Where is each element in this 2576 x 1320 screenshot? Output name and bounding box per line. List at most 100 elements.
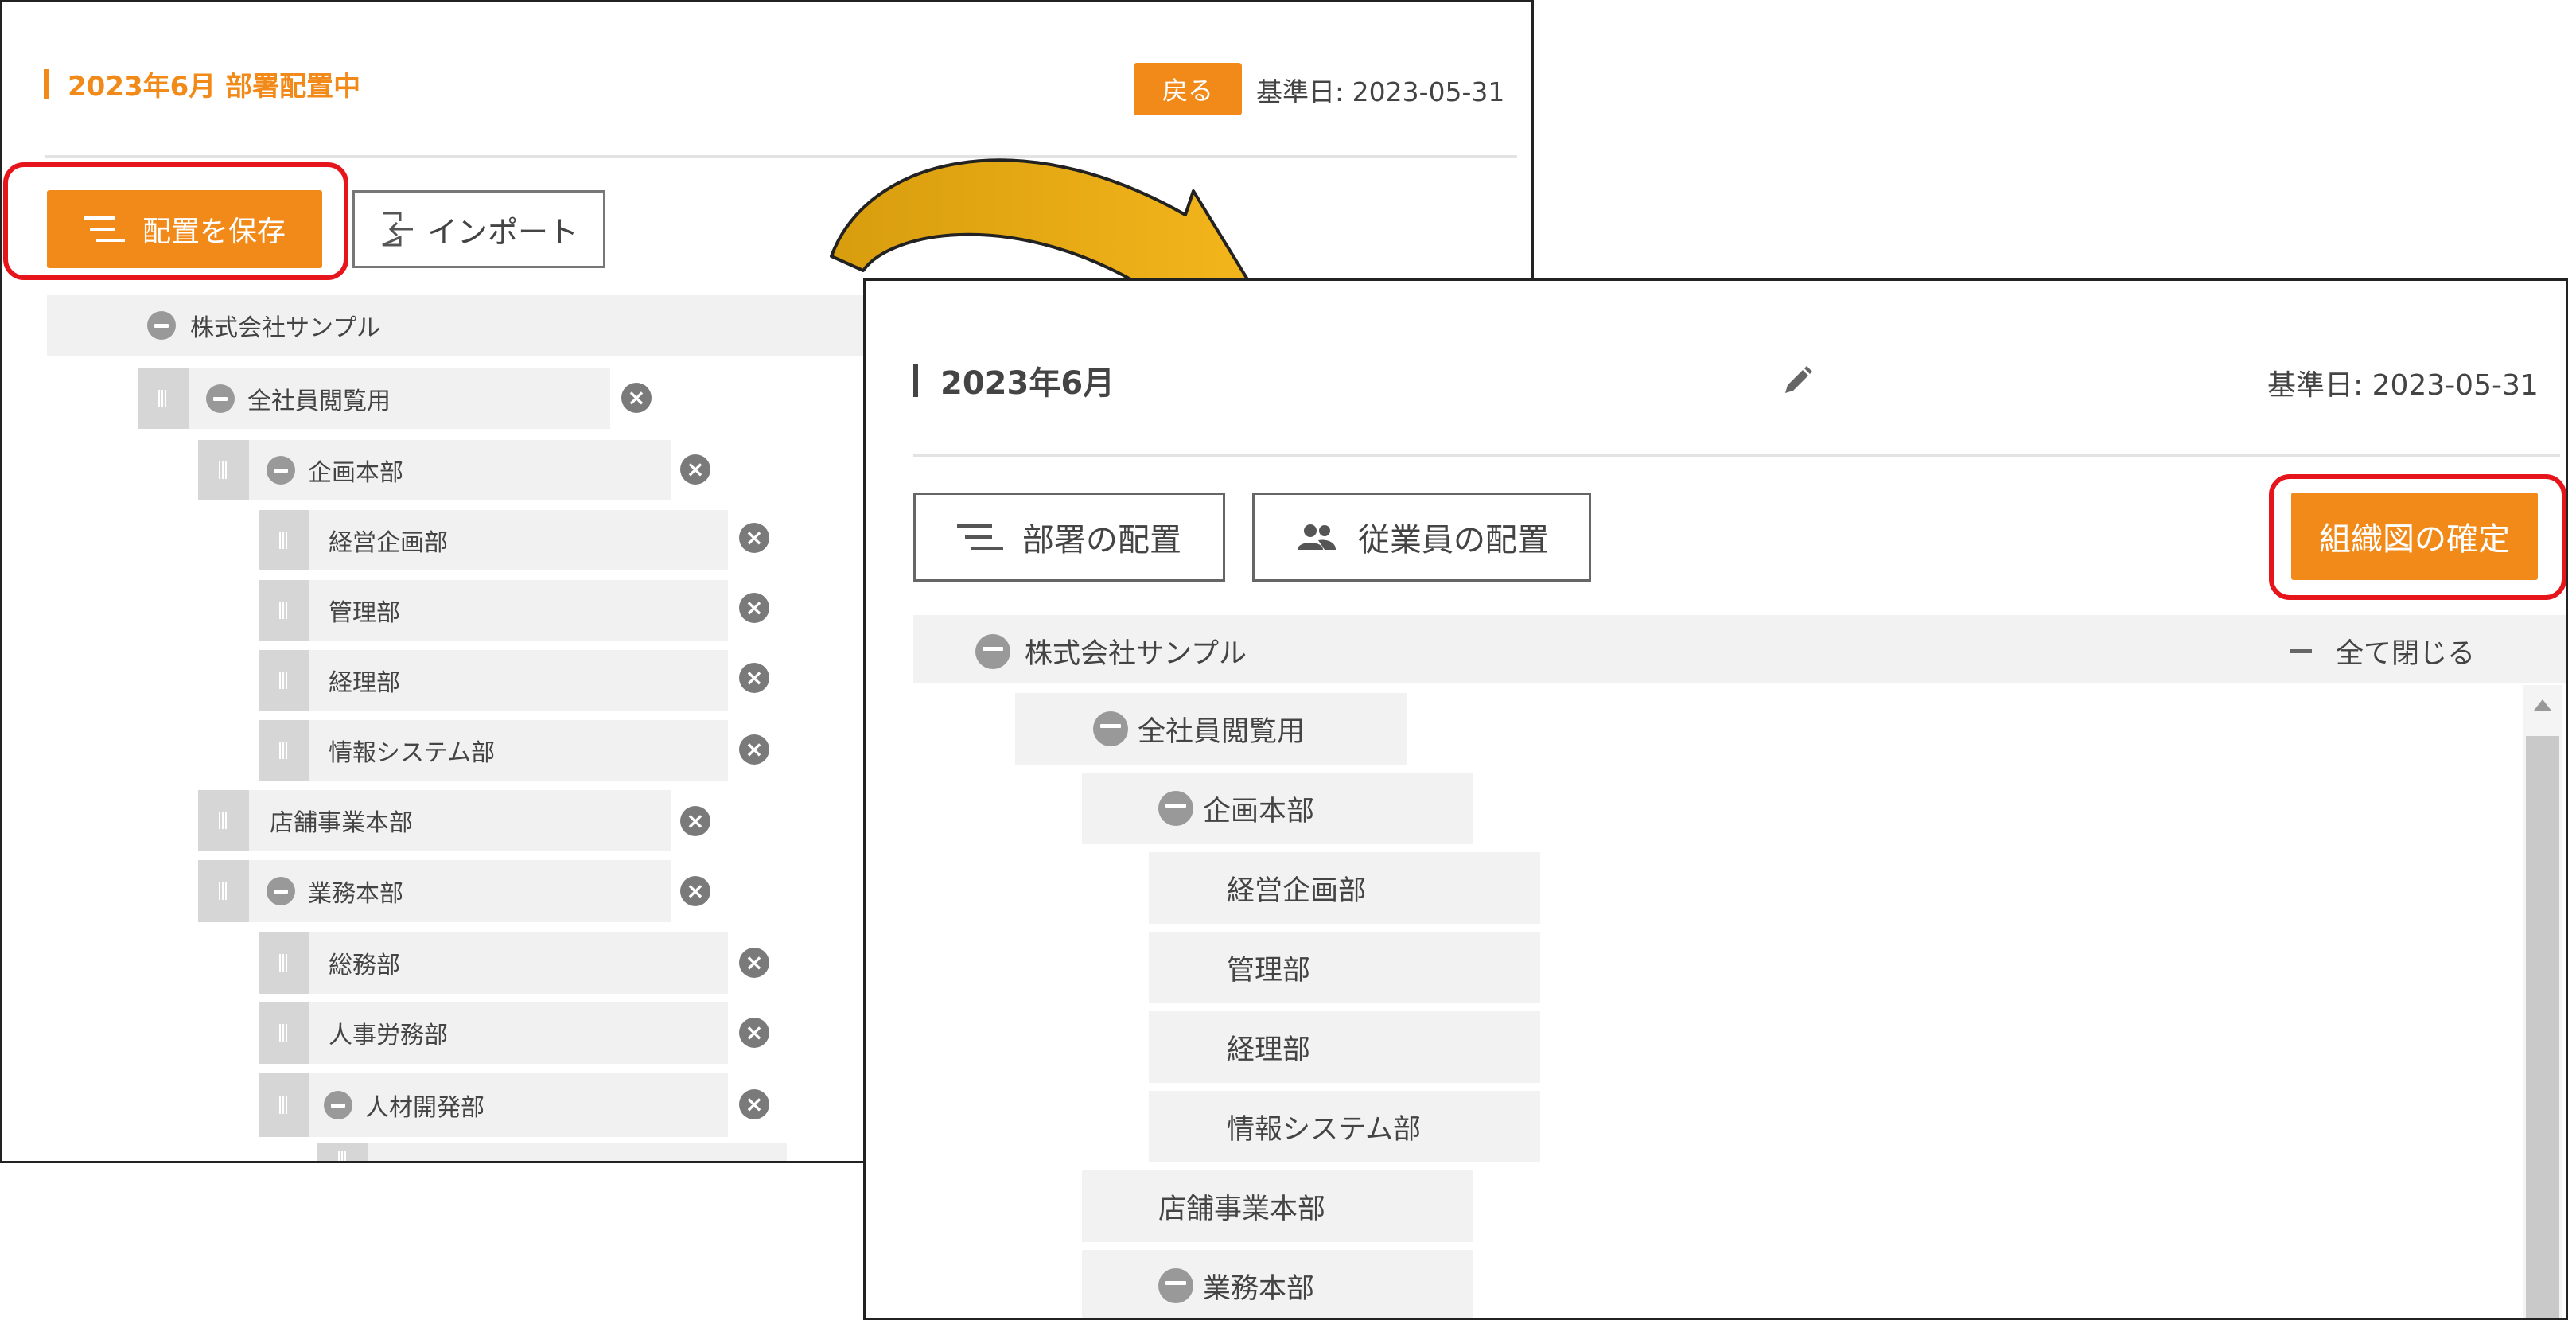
minus-circle-icon[interactable] <box>1158 791 1193 826</box>
tree-node-label: 店舗事業本部 <box>270 809 413 837</box>
pencil-icon[interactable] <box>1780 364 1814 398</box>
drag-handle[interactable] <box>259 510 309 570</box>
dept-placement-button[interactable]: 部署の配置 <box>913 493 1225 582</box>
remove-icon[interactable]: × <box>739 948 769 978</box>
tree-node-label: 業務本部 <box>308 880 403 908</box>
tree-node[interactable]: 経営企画部 <box>309 510 728 570</box>
tree-node[interactable]: 管理部 <box>309 580 728 641</box>
tree-root-label: 株式会社サンプル <box>190 314 381 342</box>
org-chart-panel: 2023年6月 基準日: 2023-05-31 部署の配置 従業員の配置 組織図… <box>863 278 2568 1320</box>
minus-circle-icon[interactable] <box>147 311 176 340</box>
title-bar-accent <box>44 68 49 99</box>
remove-icon[interactable]: × <box>739 1089 769 1119</box>
page-title-text: 2023年6月 <box>940 365 1115 402</box>
drag-handle[interactable] <box>259 1002 309 1064</box>
minus-circle-icon[interactable] <box>267 456 295 485</box>
tree-node-label: 総務部 <box>329 952 400 979</box>
remove-icon[interactable]: × <box>621 383 652 413</box>
tree-node-label: 人事労務部 <box>329 1022 448 1049</box>
title-bar-accent <box>913 364 918 397</box>
tree-node[interactable]: 人材開発部 <box>309 1073 728 1137</box>
import-button[interactable]: インポート <box>352 190 605 268</box>
remove-icon[interactable]: × <box>739 523 769 553</box>
minus-circle-icon[interactable] <box>1093 711 1128 746</box>
tree-node-label: 全社員閲覧用 <box>1138 715 1306 748</box>
tree-node[interactable]: 全社員閲覧用 <box>1015 693 1407 765</box>
tree-node[interactable]: 全社員閲覧用 <box>189 368 610 429</box>
tree-node[interactable]: 経理部 <box>309 650 728 711</box>
tree-node[interactable]: 管理部 <box>1149 932 1540 1003</box>
drag-handle[interactable] <box>198 790 249 851</box>
base-date: 基準日: 2023-05-31 <box>1256 76 1505 107</box>
remove-icon[interactable]: × <box>680 876 710 906</box>
drag-handle[interactable] <box>259 650 309 711</box>
drag-handle[interactable] <box>259 932 309 994</box>
divider <box>913 454 2560 457</box>
collapse-all-button[interactable]: 全て閉じる <box>2290 631 2475 672</box>
remove-icon[interactable]: × <box>739 593 769 623</box>
tree-node[interactable]: 総務部 <box>309 932 728 994</box>
remove-icon[interactable]: × <box>680 454 710 485</box>
tree-node-label: 経営企画部 <box>329 529 448 557</box>
tree-node[interactable]: 情報システム部 <box>309 720 728 781</box>
people-icon <box>1298 524 1336 550</box>
page-title-text: 2023年6月 部署配置中 <box>68 71 361 103</box>
tree-node-label: 企画本部 <box>1203 795 1315 827</box>
drag-handle[interactable] <box>259 580 309 641</box>
tree-node-label: 情報システム部 <box>329 739 496 767</box>
remove-icon[interactable]: × <box>680 806 710 836</box>
tree-node-label: 店舗事業本部 <box>1158 1193 1326 1225</box>
tree-node[interactable]: 情報システム部 <box>1149 1091 1540 1162</box>
collapse-all-label: 全て閉じる <box>2336 638 2476 670</box>
drag-handle[interactable] <box>259 1073 309 1137</box>
drag-handle[interactable] <box>198 860 249 922</box>
tree-node-label: 業務本部 <box>1203 1272 1315 1305</box>
drag-handle[interactable] <box>259 720 309 781</box>
minus-circle-icon[interactable] <box>267 877 295 905</box>
tree-node-label: 経理部 <box>329 669 400 697</box>
minus-circle-icon[interactable] <box>324 1091 352 1119</box>
tree-node[interactable]: 業務本部 <box>1082 1250 1473 1318</box>
employee-placement-label: 従業員の配置 <box>1358 522 1549 559</box>
tree-node-label: 経理部 <box>1227 1034 1311 1066</box>
drag-handle[interactable] <box>198 440 249 500</box>
page-title: 2023年6月 部署配置中 <box>44 64 360 103</box>
tree-node-label: 企画本部 <box>308 459 403 487</box>
tree-node[interactable]: 経理部 <box>1149 1011 1540 1083</box>
highlight-save-placement <box>3 162 348 280</box>
tree-node[interactable] <box>368 1143 787 1161</box>
remove-icon[interactable]: × <box>739 1018 769 1048</box>
back-button[interactable]: 戻る <box>1134 63 1242 115</box>
tree-root-row[interactable]: 株式会社サンプル <box>47 295 882 356</box>
minus-circle-icon[interactable] <box>1158 1268 1193 1303</box>
tree-node-label: 全社員閲覧用 <box>247 387 391 415</box>
tree-node-label: 管理部 <box>1227 954 1311 987</box>
tree-node-label: 人材開発部 <box>365 1094 484 1122</box>
remove-icon[interactable]: × <box>739 663 769 693</box>
import-icon <box>382 212 413 247</box>
tree-node-label: 情報システム部 <box>1227 1113 1421 1146</box>
remove-icon[interactable]: × <box>739 734 769 765</box>
tree-node[interactable]: 企画本部 <box>249 440 671 500</box>
import-label: インポート <box>426 214 578 250</box>
minus-circle-icon[interactable] <box>206 384 235 413</box>
tree-root-label: 株式会社サンプル <box>1025 638 1247 670</box>
base-date: 基準日: 2023-05-31 <box>2267 369 2539 402</box>
tree-node[interactable]: 経営企画部 <box>1149 852 1540 924</box>
highlight-confirm-org-chart <box>2269 474 2566 600</box>
drag-handle[interactable] <box>138 368 189 429</box>
tree-root[interactable]: 株式会社サンプル <box>975 631 1247 672</box>
tree-node-label: 管理部 <box>329 599 400 627</box>
tree-node[interactable]: 人事労務部 <box>309 1002 728 1064</box>
tree-node[interactable]: 店舗事業本部 <box>1082 1170 1473 1242</box>
tree-node-label: 経営企画部 <box>1227 874 1367 907</box>
employee-placement-button[interactable]: 従業員の配置 <box>1252 493 1591 582</box>
scrollbar[interactable] <box>2523 685 2562 1318</box>
drag-handle[interactable] <box>317 1143 368 1161</box>
tree-node[interactable]: 企画本部 <box>1082 773 1473 844</box>
scroll-up-icon[interactable] <box>2534 699 2551 711</box>
scrollbar-thumb[interactable] <box>2526 736 2559 1318</box>
minus-circle-icon[interactable] <box>975 633 1010 669</box>
tree-node[interactable]: 店舗事業本部 <box>249 790 671 851</box>
tree-node[interactable]: 業務本部 <box>249 860 671 922</box>
